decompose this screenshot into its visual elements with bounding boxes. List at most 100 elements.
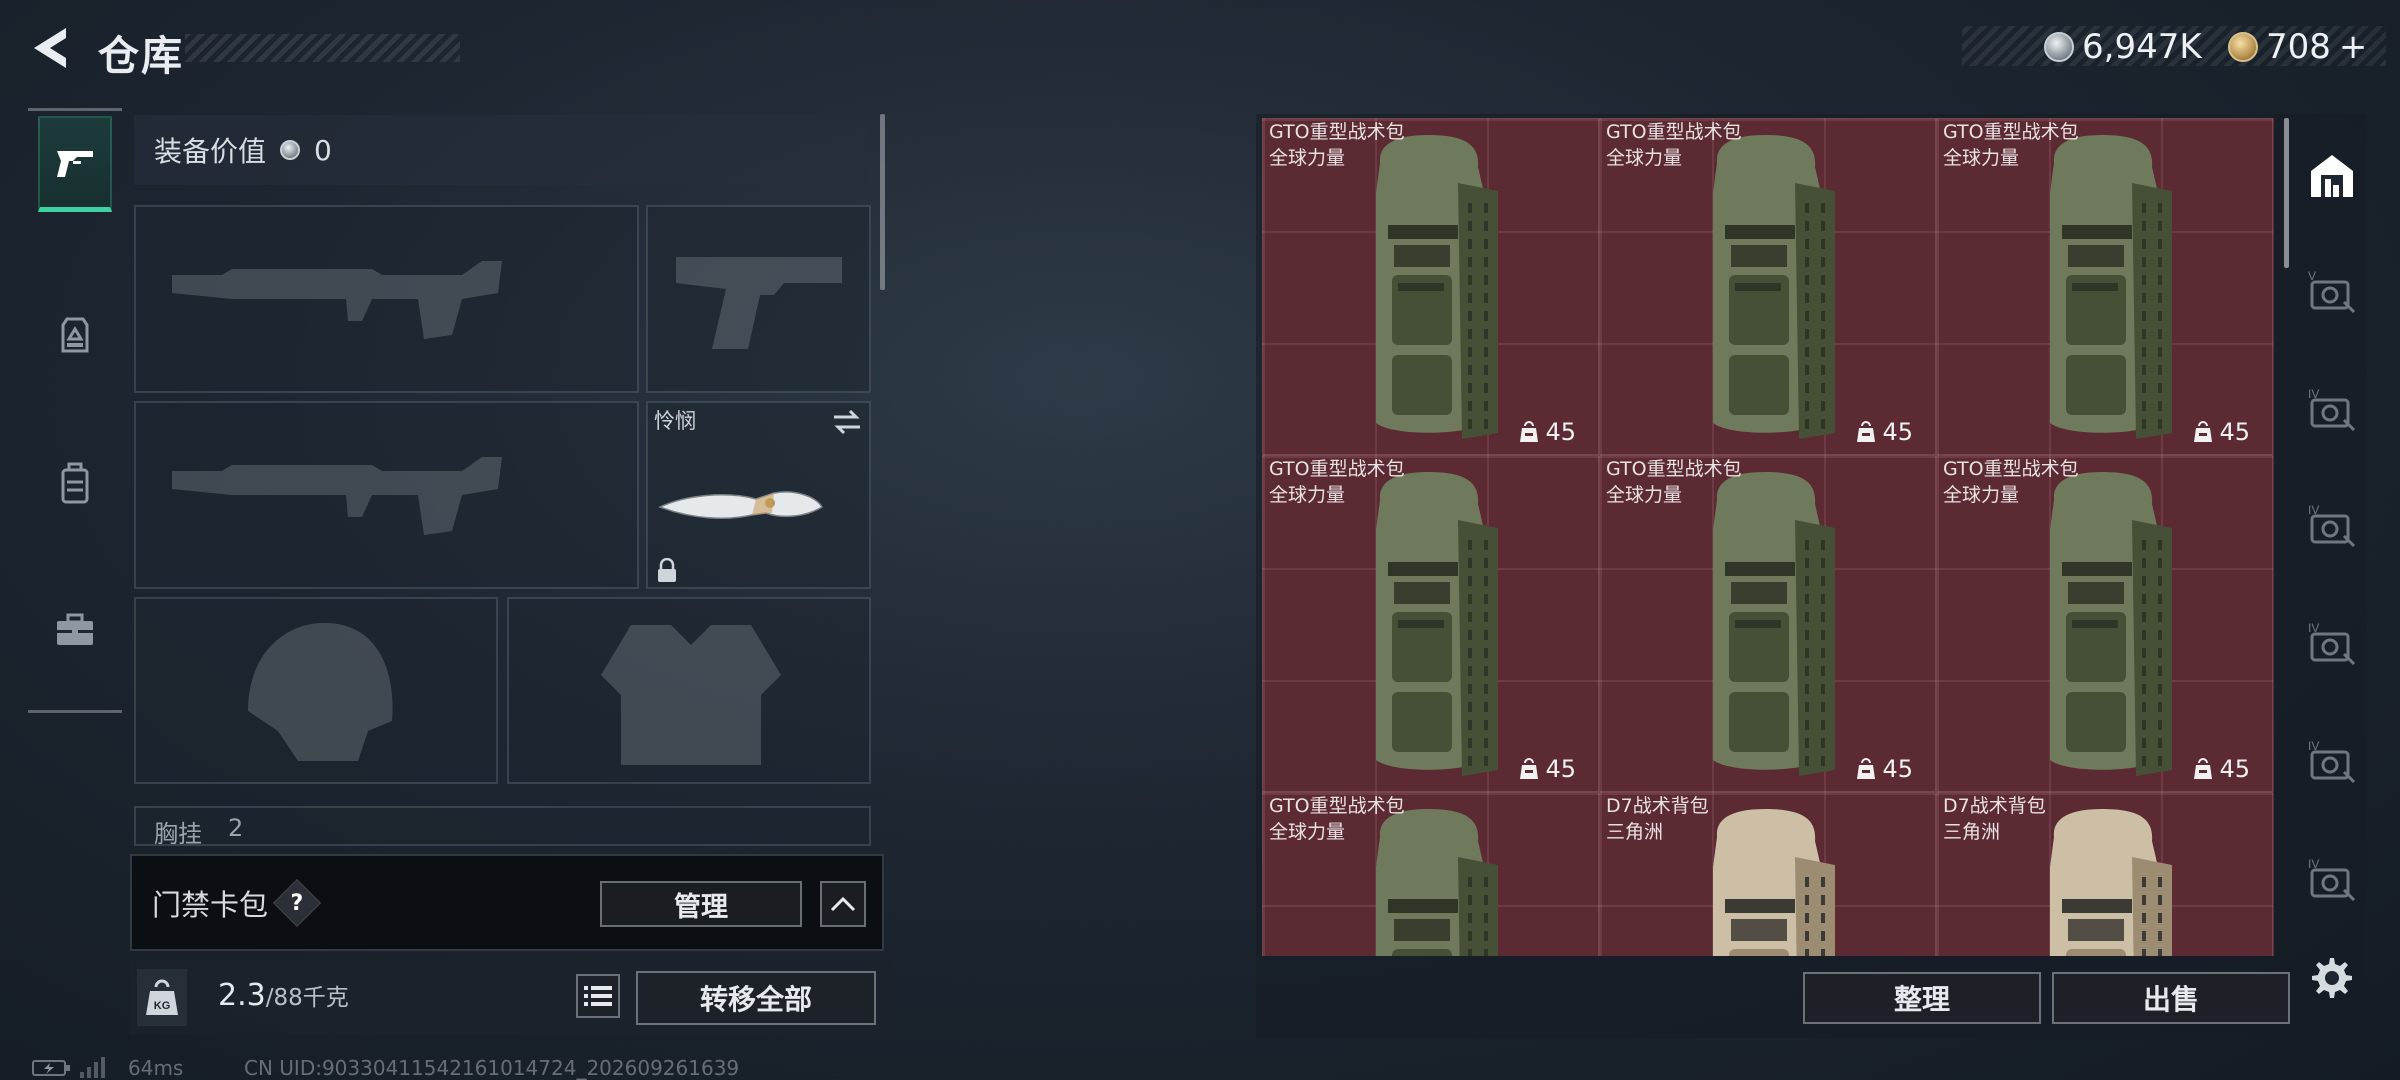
- primary-weapon-slot[interactable]: [134, 205, 639, 393]
- rifle-silhouette-icon: [172, 457, 502, 535]
- briefcase-icon: [57, 613, 93, 645]
- help-glyph: ?: [290, 889, 304, 915]
- ping-readout: 64ms: [128, 1056, 184, 1080]
- helmet-slot[interactable]: [134, 597, 498, 784]
- loadout-scrollbar[interactable]: [880, 114, 885, 290]
- helmet-silhouette-icon: [248, 622, 393, 761]
- weight-kg-icon: KG: [137, 969, 187, 1026]
- gold-currency[interactable]: 708 +: [2228, 26, 2367, 68]
- item-capacity-value: 45: [2219, 755, 2250, 783]
- category-2[interactable]: IV: [2302, 380, 2362, 440]
- item-capacity: 45: [2193, 418, 2250, 446]
- armor-silhouette-icon: [601, 625, 781, 765]
- weapon-tier-icon: IV: [2308, 857, 2356, 902]
- silver-amount: 6,947K: [2082, 27, 2202, 67]
- melee-slot[interactable]: 怜悯: [646, 401, 871, 589]
- storage-item[interactable]: GTO重型战术包 全球力量 45: [1936, 118, 2273, 455]
- nav-items[interactable]: [38, 582, 112, 678]
- secondary-weapon-slot[interactable]: [134, 401, 639, 589]
- item-capacity: 45: [2193, 755, 2250, 783]
- nav-weapons[interactable]: [38, 116, 112, 212]
- helmet-tier-icon: IV: [2308, 503, 2356, 548]
- capacity-bag-icon: [1857, 758, 1876, 779]
- list-icon: [584, 986, 612, 1006]
- category-1[interactable]: V: [2302, 262, 2362, 322]
- home-shelter-icon: [2311, 155, 2353, 197]
- nav-gear[interactable]: [38, 288, 112, 384]
- category-0[interactable]: [2302, 146, 2362, 206]
- nav-backpack[interactable]: [38, 436, 112, 532]
- storage-item[interactable]: GTO重型战术包 全球力量 45: [1599, 118, 1936, 455]
- heavy-backpack-icon: [1376, 135, 1498, 439]
- item-name: GTO重型战术包: [1943, 121, 2079, 143]
- settings-button[interactable]: [2304, 952, 2356, 1004]
- capacity-bag-icon: [1520, 758, 1539, 779]
- item-faction: 全球力量: [1943, 147, 2020, 169]
- weight-current: 2.3: [218, 978, 266, 1013]
- collapse-button[interactable]: [820, 881, 866, 927]
- gold-coin-icon: [2228, 32, 2258, 62]
- item-capacity-value: 45: [1545, 755, 1576, 783]
- item-faction: 三角洲: [1943, 821, 2001, 843]
- helmet-tier-icon: V: [2308, 269, 2356, 314]
- item-capacity: 45: [1856, 755, 1913, 783]
- storage-item[interactable]: GTO重型战术包 全球力量 45: [1936, 455, 2273, 792]
- back-button[interactable]: [26, 22, 74, 74]
- item-name: GTO重型战术包: [1606, 458, 1742, 480]
- capacity-bag-icon: [1520, 421, 1539, 442]
- silver-currency[interactable]: 6,947K: [2044, 26, 2202, 68]
- storage-item[interactable]: D7战术背包 三角洲: [1936, 792, 2273, 956]
- category-5[interactable]: IV: [2302, 732, 2362, 792]
- sidearm-slot[interactable]: [646, 205, 871, 393]
- category-3[interactable]: IV: [2302, 496, 2362, 556]
- pistol-icon: [57, 150, 93, 177]
- storage-scrollbar[interactable]: [2284, 118, 2289, 268]
- item-faction: 全球力量: [1269, 821, 1346, 843]
- svg-text:KG: KG: [154, 1000, 171, 1012]
- heavy-backpack-icon: [1713, 135, 1835, 439]
- item-capacity: 45: [1856, 418, 1913, 446]
- storage-item[interactable]: GTO重型战术包 全球力量 45: [1599, 455, 1936, 792]
- heavy-backpack-icon: [1713, 472, 1835, 776]
- list-view-button[interactable]: [576, 974, 620, 1018]
- storage-grid[interactable]: GTO重型战术包 全球力量 45 GTO重型战术包 全球力量 45 GTO重型战术包 全球力量…: [1262, 118, 2274, 956]
- armor-slot[interactable]: [507, 597, 871, 784]
- equipment-value-amount: 0: [314, 133, 332, 167]
- storage-item[interactable]: GTO重型战术包 全球力量 45: [1262, 118, 1599, 455]
- storage-item[interactable]: D7战术背包 三角洲: [1599, 792, 1936, 956]
- chest-rig-icon: [61, 317, 89, 353]
- item-name: GTO重型战术包: [1269, 458, 1405, 480]
- swap-icon[interactable]: [830, 409, 864, 435]
- help-icon[interactable]: ?: [272, 878, 322, 927]
- category-6[interactable]: IV: [2302, 850, 2362, 910]
- nav-divider-top: [28, 108, 122, 111]
- gold-plus[interactable]: +: [2339, 27, 2368, 67]
- item-capacity: 45: [1519, 418, 1576, 446]
- storage-item[interactable]: GTO重型战术包 全球力量: [1262, 792, 1599, 956]
- item-faction: 全球力量: [1606, 147, 1683, 169]
- manage-button[interactable]: 管理: [600, 881, 802, 927]
- heavy-backpack-icon: [1376, 472, 1498, 776]
- rig-tier-icon: IV: [2308, 621, 2356, 666]
- weight-max: /88千克: [265, 985, 349, 1011]
- lock-icon: [658, 558, 676, 582]
- item-name: GTO重型战术包: [1269, 121, 1405, 143]
- sell-button[interactable]: 出售: [2052, 972, 2290, 1024]
- access-card-label: 门禁卡包: [152, 887, 269, 922]
- storage-item[interactable]: GTO重型战术包 全球力量 45: [1262, 455, 1599, 792]
- heavy-backpack-icon: [1376, 809, 1498, 956]
- item-name: GTO重型战术包: [1269, 795, 1405, 817]
- sort-button[interactable]: 整理: [1803, 972, 2041, 1024]
- chest-rig-slot[interactable]: 胸挂 2: [134, 806, 871, 846]
- capacity-bag-icon: [2194, 758, 2213, 779]
- item-faction: 全球力量: [1269, 484, 1346, 506]
- knife-icon: [658, 491, 824, 519]
- item-faction: 全球力量: [1606, 484, 1683, 506]
- category-4[interactable]: IV: [2302, 614, 2362, 674]
- item-name: D7战术背包: [1606, 795, 1709, 817]
- transfer-all-button[interactable]: 转移全部: [636, 971, 876, 1025]
- rifle-silhouette-icon: [172, 261, 502, 339]
- item-capacity: 45: [1519, 755, 1576, 783]
- title-decoration: [185, 34, 460, 62]
- item-faction: 全球力量: [1943, 484, 2020, 506]
